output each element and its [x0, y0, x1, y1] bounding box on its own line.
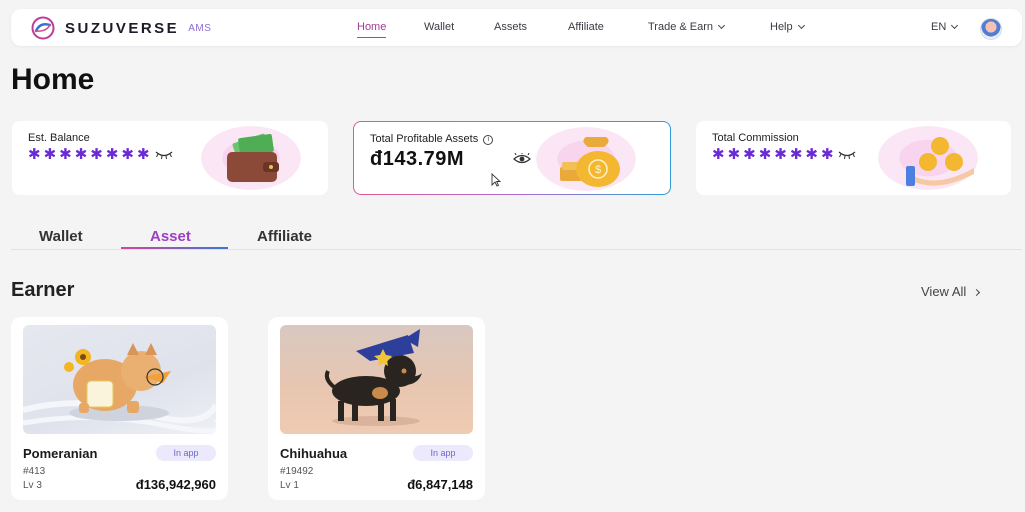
brand-logo[interactable]: SUZUVERSE AMS [30, 16, 211, 40]
suzuverse-logo-icon [31, 16, 55, 40]
svg-text:$: $ [595, 164, 601, 176]
eye-closed-icon[interactable] [155, 149, 173, 161]
nft-card[interactable]: Chihuahua In app #19492 Lv 1 đ6,847,148 [268, 317, 485, 500]
mouse-cursor-icon [491, 173, 501, 187]
nav-help[interactable]: Help [770, 21, 805, 33]
commission-hidden-value: ✱✱✱✱✱✱✱✱ [712, 146, 837, 163]
tab-asset[interactable]: Asset [150, 228, 191, 245]
profitable-assets-card[interactable]: Total Profitable Assets i đ143.79M $ [353, 121, 671, 195]
nav-trade-earn-label: Trade & Earn [648, 21, 714, 33]
money-bag-icon: $ [560, 137, 620, 187]
status-badge: In app [156, 445, 216, 461]
pomeranian-image [23, 325, 216, 434]
tabs-divider [11, 249, 1022, 250]
profitable-amount: đ143.79M [370, 148, 465, 170]
language-label: EN [931, 21, 947, 33]
chihuahua-image [280, 325, 473, 434]
brand-sub: AMS [188, 22, 212, 34]
nft-level: Lv 1 [280, 480, 299, 491]
balance-card: Est. Balance ✱✱✱✱✱✱✱✱ [12, 121, 328, 195]
wallet-money-illustration [201, 126, 301, 190]
balance-hidden-value: ✱✱✱✱✱✱✱✱ [28, 146, 153, 163]
nft-price: đ6,847,148 [407, 477, 473, 492]
nav-trade-earn[interactable]: Trade & Earn [648, 21, 726, 33]
pomeranian-illustration [23, 343, 216, 434]
chevron-right-icon [973, 288, 981, 297]
nft-card[interactable]: Pomeranian In app #413 Lv 3 đ136,942,960 [11, 317, 228, 500]
info-icon[interactable]: i [483, 135, 494, 145]
status-badge: In app [413, 445, 473, 461]
nft-level: Lv 3 [23, 480, 42, 491]
nft-id: #413 [23, 466, 46, 477]
coins-hand-icon [906, 137, 974, 186]
chihuahua-illustration [324, 329, 422, 426]
commission-card: Total Commission ✱✱✱✱✱✱✱✱ [696, 121, 1011, 195]
commission-label: Total Commission [712, 132, 799, 144]
money-bag-illustration: $ [536, 127, 636, 191]
nft-name: Pomeranian [23, 446, 98, 461]
coins-hand-illustration [878, 126, 978, 190]
tab-affiliate[interactable]: Affiliate [257, 228, 312, 245]
nav-wallet[interactable]: Wallet [424, 21, 454, 33]
eye-open-icon[interactable] [513, 153, 531, 165]
profitable-label-text: Total Profitable Assets [370, 133, 479, 145]
nft-id: #19492 [280, 466, 314, 477]
wallet-money-icon [227, 133, 279, 182]
tab-wallet[interactable]: Wallet [39, 228, 83, 245]
page-title: Home [11, 63, 95, 96]
profitable-label: Total Profitable Assets i [370, 133, 494, 146]
top-nav: SUZUVERSE AMS Home Wallet Assets Affilia… [11, 9, 1022, 46]
balance-label: Est. Balance [28, 132, 90, 144]
view-all-link[interactable]: View All [921, 284, 981, 299]
active-tab-indicator [121, 247, 228, 249]
nav-home[interactable]: Home [357, 21, 387, 38]
brand-name: SUZUVERSE [65, 19, 180, 37]
user-avatar[interactable] [980, 18, 1002, 40]
view-all-label: View All [921, 284, 967, 299]
chevron-down-icon [717, 21, 726, 30]
eye-closed-icon[interactable] [838, 149, 856, 161]
nav-assets[interactable]: Assets [494, 21, 527, 33]
nft-name: Chihuahua [280, 446, 348, 461]
section-title: Earner [11, 279, 75, 301]
nav-help-label: Help [770, 21, 793, 33]
nav-affiliate[interactable]: Affiliate [568, 21, 604, 33]
nft-price: đ136,942,960 [135, 477, 216, 492]
chevron-down-icon [797, 21, 805, 30]
language-select[interactable]: EN [931, 21, 959, 33]
chevron-down-icon [951, 21, 959, 30]
